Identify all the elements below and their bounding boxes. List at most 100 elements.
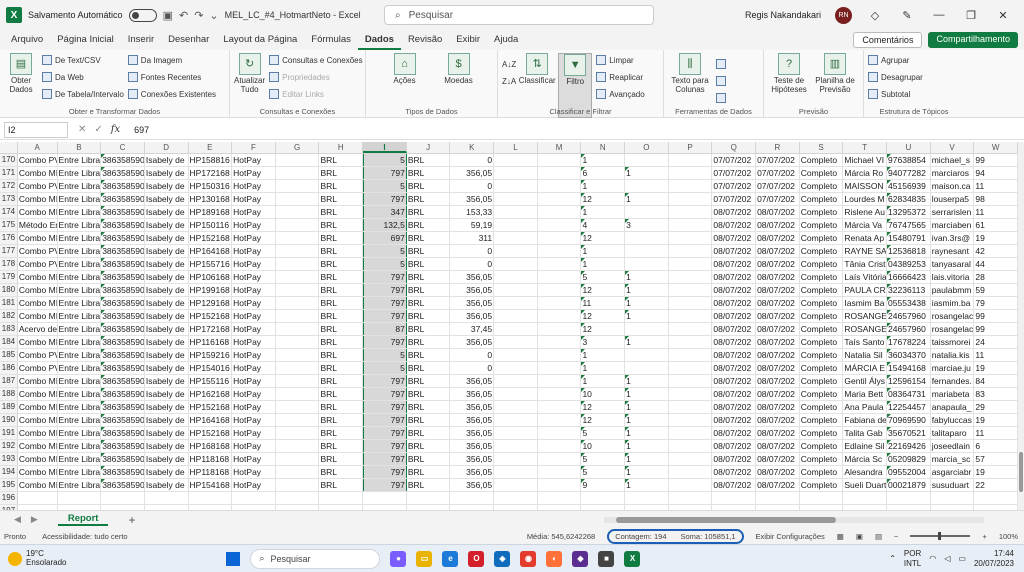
cell-k[interactable]: 356,05 bbox=[450, 375, 495, 387]
cell-u[interactable]: 00021879 bbox=[887, 479, 931, 491]
cell-w[interactable]: 61 bbox=[974, 219, 1018, 231]
cell-v[interactable]: mariabeta bbox=[931, 388, 975, 400]
column-header-v[interactable]: V bbox=[931, 142, 975, 153]
cell-j[interactable]: BRL bbox=[407, 440, 451, 452]
cell-r[interactable]: 08/07/202 bbox=[756, 232, 800, 244]
cell-q[interactable]: 08/07/202 bbox=[712, 323, 757, 335]
cell-g[interactable] bbox=[276, 167, 320, 179]
cell-a[interactable]: Combo PV bbox=[18, 258, 58, 270]
cell-g[interactable] bbox=[276, 401, 320, 413]
cell-w[interactable]: 29 bbox=[974, 401, 1018, 413]
cell-v[interactable]: michael_s bbox=[931, 154, 975, 166]
cell-i[interactable]: 347 bbox=[363, 206, 407, 218]
row-number[interactable]: 177 bbox=[0, 245, 18, 257]
cell-u[interactable]: 97638854 bbox=[887, 154, 931, 166]
ungroup-button[interactable]: Desagrupar bbox=[868, 70, 923, 84]
row-number[interactable]: 173 bbox=[0, 193, 18, 205]
cell-u[interactable]: 17678224 bbox=[887, 336, 931, 348]
cell-a[interactable]: Combo MI bbox=[18, 388, 58, 400]
cell-r[interactable] bbox=[756, 492, 800, 504]
cell-b[interactable]: Entre Libra bbox=[58, 297, 102, 309]
cell-c[interactable]: 386358590 bbox=[101, 284, 145, 296]
cell-w[interactable]: 11 bbox=[974, 349, 1018, 361]
cell-f[interactable]: HotPay bbox=[232, 388, 276, 400]
sort-desc-button[interactable]: Z↓A bbox=[502, 74, 516, 88]
close-button[interactable]: ✕ bbox=[994, 9, 1012, 22]
cell-k[interactable]: 153,33 bbox=[450, 206, 495, 218]
undo-icon[interactable]: ↶ bbox=[179, 9, 188, 22]
cell-o[interactable]: 1 bbox=[625, 427, 669, 439]
row-number[interactable]: 182 bbox=[0, 310, 18, 322]
subtotal-button[interactable]: Subtotal bbox=[868, 87, 923, 101]
cell-q[interactable]: 08/07/202 bbox=[712, 271, 757, 283]
cell-r[interactable]: 08/07/202 bbox=[756, 206, 800, 218]
cell-g[interactable] bbox=[276, 492, 320, 504]
sheet-tab-report[interactable]: Report bbox=[57, 513, 109, 526]
cell-p[interactable] bbox=[669, 297, 713, 309]
chrome-icon[interactable]: ◉ bbox=[520, 550, 537, 567]
cell-w[interactable]: 11 bbox=[974, 180, 1018, 192]
cell-r[interactable]: 07/07/202 bbox=[756, 180, 800, 192]
cell-q[interactable]: 08/07/202 bbox=[712, 453, 757, 465]
cell-e[interactable] bbox=[189, 492, 233, 504]
cell-m[interactable] bbox=[538, 297, 582, 309]
cell-n[interactable]: 1 bbox=[581, 258, 626, 270]
cell-r[interactable]: 07/07/202 bbox=[756, 167, 800, 179]
cell-l[interactable] bbox=[494, 310, 538, 322]
cell-b[interactable]: Entre Libra bbox=[58, 401, 102, 413]
app-icon-1[interactable]: ● bbox=[390, 550, 407, 567]
cell-d[interactable]: Isabely de bbox=[145, 271, 189, 283]
cell-g[interactable] bbox=[276, 479, 320, 491]
cell-a[interactable]: Combo MI bbox=[18, 479, 58, 491]
cell-c[interactable]: 386358590 bbox=[101, 414, 145, 426]
cell-l[interactable] bbox=[494, 193, 538, 205]
cell-e[interactable]: HP158816 bbox=[189, 154, 233, 166]
cell-m[interactable] bbox=[538, 193, 582, 205]
cell-d[interactable]: Isabely de bbox=[145, 453, 189, 465]
cell-k[interactable]: 356,05 bbox=[450, 401, 495, 413]
cell-n[interactable]: 1 bbox=[581, 206, 626, 218]
row-number[interactable]: 192 bbox=[0, 440, 18, 452]
cell-t[interactable]: Márcia Ro bbox=[843, 167, 888, 179]
cell-g[interactable] bbox=[276, 193, 320, 205]
cell-v[interactable]: fabyluccas bbox=[931, 414, 975, 426]
cell-a[interactable]: Combo PV bbox=[18, 349, 58, 361]
page-break-icon[interactable]: ▤ bbox=[875, 532, 882, 541]
cell-l[interactable] bbox=[494, 297, 538, 309]
edit-links-button[interactable]: Editar Links bbox=[269, 87, 363, 101]
cell-p[interactable] bbox=[669, 440, 713, 452]
cell-o[interactable]: 1 bbox=[625, 453, 669, 465]
tab-formulas[interactable]: Fórmulas bbox=[304, 30, 358, 50]
cell-w[interactable]: 59 bbox=[974, 284, 1018, 296]
cell-e[interactable]: HP155716 bbox=[189, 258, 233, 270]
cell-h[interactable]: BRL bbox=[319, 349, 364, 361]
cell-e[interactable]: HP116168 bbox=[189, 336, 233, 348]
cell-k[interactable]: 0 bbox=[450, 362, 495, 374]
cell-o[interactable]: 1 bbox=[625, 414, 669, 426]
cell-n[interactable]: 5 bbox=[581, 427, 626, 439]
tab-inserir[interactable]: Inserir bbox=[121, 30, 161, 50]
cell-h[interactable]: BRL bbox=[319, 375, 364, 387]
cell-t[interactable] bbox=[843, 492, 888, 504]
cell-i[interactable]: 132,5 bbox=[363, 219, 407, 231]
column-header-s[interactable]: S bbox=[800, 142, 844, 153]
cell-m[interactable] bbox=[538, 388, 582, 400]
cell-j[interactable]: BRL bbox=[407, 167, 451, 179]
cell-m[interactable] bbox=[538, 154, 582, 166]
cell-n[interactable]: 12 bbox=[581, 323, 626, 335]
diamond-icon[interactable]: ◇ bbox=[866, 9, 884, 22]
cell-n[interactable]: 1 bbox=[581, 375, 626, 387]
cell-w[interactable]: 6 bbox=[974, 440, 1018, 452]
cell-b[interactable]: Entre Libra bbox=[58, 154, 102, 166]
cell-n[interactable]: 5 bbox=[581, 453, 626, 465]
cell-i[interactable]: 87 bbox=[363, 323, 407, 335]
cell-w[interactable]: 99 bbox=[974, 310, 1018, 322]
cell-h[interactable]: BRL bbox=[319, 401, 364, 413]
row-number[interactable]: 196 bbox=[0, 492, 18, 504]
cell-p[interactable] bbox=[669, 310, 713, 322]
cell-d[interactable]: Isabely de bbox=[145, 401, 189, 413]
cell-a[interactable]: Combo MI bbox=[18, 167, 58, 179]
cell-d[interactable]: Isabely de bbox=[145, 193, 189, 205]
battery-icon[interactable]: ▭ bbox=[958, 554, 966, 563]
cell-k[interactable]: 356,05 bbox=[450, 271, 495, 283]
